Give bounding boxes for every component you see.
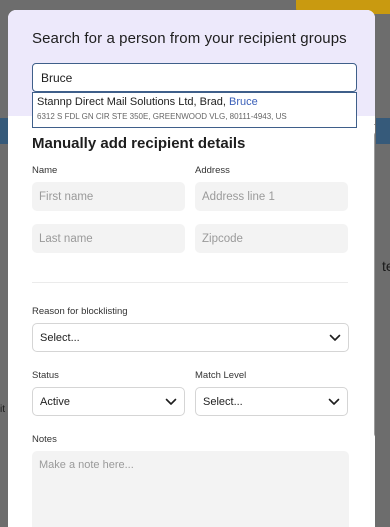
suggestion-address: 6312 S FDL GN CIR STE 350E, GREENWOOD VL… <box>37 112 287 121</box>
manual-section-title: Manually add recipient details <box>32 135 246 152</box>
suggestion-match-text: Bruce <box>228 96 258 108</box>
status-value: Active <box>40 395 70 408</box>
scroll-up-arrow-icon[interactable] <box>374 121 375 125</box>
scrollbar-thumb[interactable] <box>374 132 375 437</box>
name-label: Name <box>32 165 58 176</box>
address-label: Address <box>195 165 230 176</box>
background-text: it <box>0 404 5 415</box>
notes-textarea[interactable] <box>32 451 349 527</box>
suggestion-name: Stannp Direct Mail Solutions Ltd, Brad, … <box>37 96 352 108</box>
last-name-input[interactable] <box>32 224 185 253</box>
blocklist-reason-label: Reason for blocklisting <box>32 306 128 317</box>
status-label: Status <box>32 370 59 381</box>
background-nav-band <box>0 118 8 144</box>
background-nav-band <box>376 118 390 144</box>
section-divider <box>32 282 348 283</box>
blocklist-reason-value: Select... <box>40 331 80 344</box>
suggestion-name-prefix: Stannp Direct Mail Solutions Ltd, Brad, <box>37 96 229 108</box>
blocklist-reason-select[interactable]: Select... <box>32 323 349 352</box>
add-recipient-modal: Search for a person from your recipient … <box>8 10 375 527</box>
chevron-down-icon <box>328 398 340 405</box>
match-level-label: Match Level <box>195 370 247 381</box>
background-text: te <box>382 258 390 274</box>
chevron-down-icon <box>165 398 177 405</box>
match-level-select[interactable]: Select... <box>195 387 348 416</box>
status-select[interactable]: Active <box>32 387 185 416</box>
search-suggestion[interactable]: Stannp Direct Mail Solutions Ltd, Brad, … <box>32 92 357 128</box>
address-line1-input[interactable] <box>195 182 348 211</box>
zipcode-input[interactable] <box>195 224 348 253</box>
match-level-value: Select... <box>203 395 243 408</box>
first-name-input[interactable] <box>32 182 185 211</box>
notes-label: Notes <box>32 434 57 445</box>
chevron-down-icon <box>329 334 341 341</box>
modal-title: Search for a person from your recipient … <box>32 30 347 47</box>
recipient-search-input[interactable] <box>32 63 357 92</box>
modal-scrollbar[interactable] <box>372 116 375 527</box>
